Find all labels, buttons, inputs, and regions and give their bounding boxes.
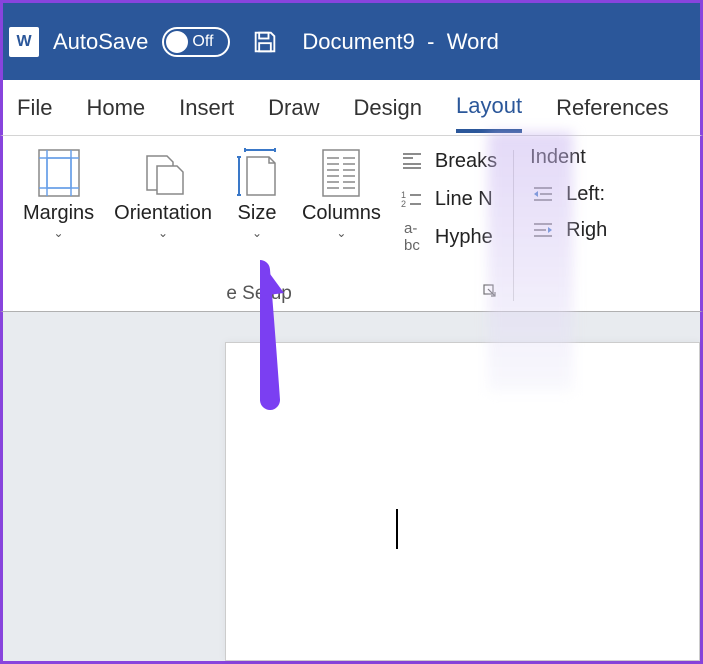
page-setup-group-label: e Setup: [21, 283, 497, 305]
autosave-toggle[interactable]: Off: [162, 27, 230, 57]
autosave-state: Off: [192, 33, 213, 51]
breaks-label: Breaks: [435, 150, 497, 173]
tab-home[interactable]: Home: [86, 85, 145, 131]
ribbon-tabs: File Home Insert Draw Design Layout Refe…: [0, 80, 703, 136]
hyphenation-button[interactable]: a-bc Hyphe: [399, 224, 497, 250]
tab-draw[interactable]: Draw: [268, 85, 319, 131]
line-numbers-label: Line N: [435, 188, 493, 211]
hyphenation-icon: a-bc: [399, 224, 425, 250]
indent-right-label: Righ: [566, 219, 607, 242]
group-paragraph: Indent Left:: [526, 146, 611, 305]
autosave-label: AutoSave: [53, 29, 148, 55]
size-label: Size: [238, 202, 277, 224]
chevron-down-icon: ⌄: [252, 226, 262, 240]
tab-layout[interactable]: Layout: [456, 83, 522, 133]
indent-left-label: Left:: [566, 183, 605, 206]
margin-gutter: [3, 312, 225, 661]
columns-icon: [316, 148, 366, 198]
ribbon: Margins ⌄ Orientation ⌄: [0, 136, 703, 312]
indent-title: Indent: [530, 146, 607, 169]
svg-text:2: 2: [401, 199, 406, 209]
line-numbers-button[interactable]: 1 2 Line N: [399, 186, 497, 212]
margins-icon: [34, 148, 84, 198]
document-page[interactable]: [225, 342, 700, 661]
group-separator: [513, 150, 514, 301]
tab-references[interactable]: References: [556, 85, 669, 131]
tab-file[interactable]: File: [17, 85, 52, 131]
hyphenation-label: Hyphe: [435, 226, 493, 249]
tab-insert[interactable]: Insert: [179, 85, 234, 131]
orientation-button[interactable]: Orientation ⌄: [112, 146, 214, 250]
indent-right-button[interactable]: Righ: [530, 217, 607, 243]
columns-label: Columns: [302, 202, 381, 224]
breaks-button[interactable]: Breaks: [399, 148, 497, 174]
tab-design[interactable]: Design: [354, 85, 422, 131]
line-numbers-icon: 1 2: [399, 186, 425, 212]
chevron-down-icon: ⌄: [336, 226, 346, 240]
title-bar: W AutoSave Off Document9 - Word: [0, 0, 703, 80]
text-caret: [396, 509, 398, 549]
page-setup-launcher-icon[interactable]: [483, 284, 497, 301]
indent-right-icon: [530, 217, 556, 243]
margins-label: Margins: [23, 202, 94, 224]
word-icon: W: [9, 27, 39, 57]
toggle-knob: [166, 31, 188, 53]
chevron-down-icon: ⌄: [54, 226, 64, 240]
group-page-setup: Margins ⌄ Orientation ⌄: [17, 146, 501, 305]
margins-button[interactable]: Margins ⌄: [21, 146, 96, 250]
save-icon[interactable]: [250, 27, 280, 57]
orientation-icon: [138, 148, 188, 198]
columns-button[interactable]: Columns ⌄: [300, 146, 383, 250]
breaks-icon: [399, 148, 425, 174]
indent-left-button[interactable]: Left:: [530, 181, 607, 207]
size-icon: [232, 148, 282, 198]
size-button[interactable]: Size ⌄: [230, 146, 284, 250]
chevron-down-icon: ⌄: [158, 226, 168, 240]
indent-left-icon: [530, 181, 556, 207]
editor-area: [0, 312, 703, 664]
document-title: Document9 - Word: [302, 29, 498, 55]
orientation-label: Orientation: [114, 202, 212, 224]
